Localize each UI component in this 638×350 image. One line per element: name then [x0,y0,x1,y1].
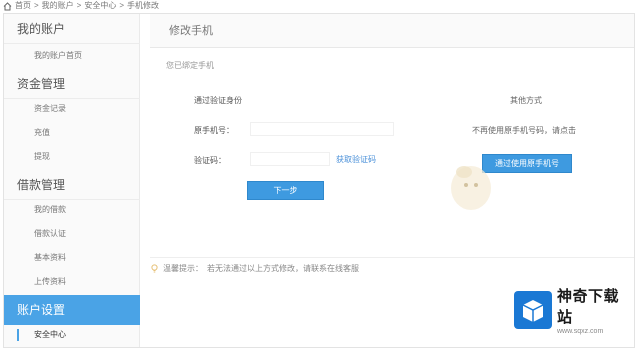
sidebar-item-account-home[interactable]: 我的账户首页 [4,44,140,68]
sidebar-group-account-settings[interactable]: 账户设置 [4,295,140,325]
sidebar-item-security-center[interactable]: 安全中心 [4,323,140,347]
mascot-overlay-icon [451,166,491,210]
tip-text: 若无法通过以上方式修改，请联系在线客服 [207,264,359,273]
breadcrumb-security-center[interactable]: 安全中心 [84,0,116,12]
breadcrumb-sep: > [76,1,82,10]
tip-divider [150,257,634,258]
page-title: 修改手机 [150,14,634,48]
breadcrumb-sep: > [34,1,39,10]
watermark-url: www.sqxz.com [557,328,604,335]
breadcrumb-sep: > [119,1,125,10]
verify-via-line: 通过验证身份 [194,95,242,106]
next-button[interactable]: 下一步 [247,181,324,200]
sidebar-item-loan-auth[interactable]: 借款认证 [4,222,140,246]
watermark-logo-icon [514,291,552,329]
breadcrumb-current: 手机修改 [127,1,160,10]
home-icon[interactable] [3,1,12,11]
bound-phone-line: 您已绑定手机 [166,60,214,71]
sidebar-item-recharge[interactable]: 充值 [4,121,140,145]
lightbulb-icon [150,264,159,273]
get-code-link[interactable]: 获取验证码 [336,154,376,165]
sidebar-group-funds[interactable]: 资金管理 [4,69,140,99]
tip-prefix: 温馨提示： [163,264,203,273]
warm-tip: 温馨提示： 若无法通过以上方式修改，请联系在线客服 [150,263,359,274]
other-method-desc: 不再使用原手机号码，请点击 [472,126,576,135]
breadcrumb-my-account[interactable]: 我的账户 [42,0,74,12]
sidebar-item-basic-info[interactable]: 基本资料 [4,246,140,270]
code-input[interactable] [250,152,330,166]
sidebar-item-fund-records[interactable]: 资金记录 [4,97,140,121]
watermark-text: 神奇下载站 www.sqxz.com [557,285,632,335]
breadcrumb-home[interactable]: 首页 [15,0,31,12]
verify-via-label: 通过 [194,96,210,105]
sidebar-item-upload-docs[interactable]: 上传资料 [4,270,140,294]
sidebar-item-withdraw[interactable]: 提现 [4,145,140,169]
breadcrumb: 首页 > 我的账户 > 安全中心 > 手机修改 [0,0,638,12]
orig-phone-input[interactable] [250,122,394,136]
code-label: 验证码： [194,156,226,165]
sidebar: 我的账户 我的账户首页 资金管理 资金记录 充值 提现 借款管理 我的借款 借款… [4,14,140,347]
orig-phone-label: 原手机号： [194,126,234,135]
verify-identity-label: 验证身份 [210,96,242,105]
watermark: 神奇下载站 www.sqxz.com [514,288,632,335]
sidebar-item-my-loans[interactable]: 我的借款 [4,198,140,222]
watermark-name: 神奇下载站 [557,288,620,326]
bound-prefix: 您已绑定手机 [166,61,214,70]
sidebar-group-my-account[interactable]: 我的账户 [4,14,140,44]
sidebar-group-loans[interactable]: 借款管理 [4,170,140,200]
other-method-title: 其他方式 [510,96,542,105]
